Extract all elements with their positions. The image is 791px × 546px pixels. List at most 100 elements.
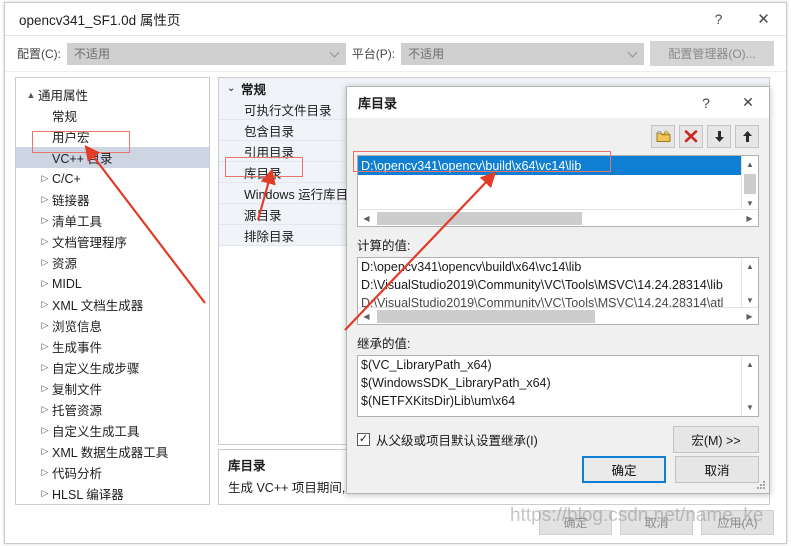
property-row-label: 源目录 [244,208,282,223]
settings-tree-list: ▲ 通用属性 常规 用户宏 VC++ 目录 ▷ C/C+ ▷ 链接器 ▷ 清单工具 ▷ 文档管理程序 ▷ 资… [16,78,209,504]
macros-button[interactable]: 宏(M) >> [673,426,759,453]
configuration-value: 不适用 [74,47,111,61]
tree-item[interactable]: ▷ C/C+ [16,168,209,189]
scroll-up-icon[interactable]: ▲ [742,356,758,373]
hscroll-track[interactable] [375,309,741,324]
tree-item[interactable]: ▷ 浏览信息 [16,315,209,336]
directory-list-vscrollbar[interactable]: ▲ ▼ [741,156,758,212]
directory-list[interactable]: D:\opencv341\opencv\build\x64\vc14\lib ▲… [357,155,759,227]
tree-item-label: 链接器 [52,194,90,208]
close-button[interactable]: ✕ [741,3,786,35]
settings-tree[interactable]: ▲ 通用属性 常规 用户宏 VC++ 目录 ▷ C/C+ ▷ 链接器 ▷ 清单工具 ▷ 文档管理程序 ▷ 资… [15,77,210,505]
collapsed-arrow-icon[interactable]: ▷ [38,215,52,226]
scroll-down-icon[interactable]: ▼ [742,399,758,416]
tree-item[interactable]: ▷ 复制文件 [16,378,209,399]
entry-toolbar [357,125,759,151]
collapsed-arrow-icon[interactable]: ▷ [38,194,52,205]
scroll-up-icon[interactable]: ▲ [742,156,758,173]
dialog-help-button[interactable]: ? [685,87,727,118]
property-row-label: 库目录 [244,166,282,181]
inherited-values-label: 继承的值: [357,337,411,351]
inherited-vscrollbar[interactable]: ▲ ▼ [741,356,758,416]
resize-grip-icon[interactable] [755,479,767,491]
tree-item-label: 代码分析 [52,467,103,481]
collapsed-arrow-icon[interactable]: ▷ [38,257,52,268]
inherit-checkbox[interactable]: ✓ [357,433,370,446]
tree-item[interactable]: ▷ 托管资源 [16,399,209,420]
property-group-label: 常规 [241,83,267,97]
hscroll-track[interactable] [375,211,741,226]
collapsed-arrow-icon[interactable]: ▷ [38,341,52,352]
value-line: $(WindowsSDK_LibraryPath_x64) [361,376,551,390]
tree-item[interactable]: VC++ 目录 [16,147,209,168]
dialog-cancel-button[interactable]: 取消 [675,456,759,483]
evaluated-values-box[interactable]: D:\opencv341\opencv\build\x64\vc14\lib D:… [357,257,759,325]
tree-item[interactable]: ▷ 文档管理程序 [16,231,209,252]
configuration-dropdown[interactable]: 不适用 [67,42,346,65]
title-bar: opencv341_SF1.0d 属性页 ? ✕ [5,3,786,36]
tree-item-label: 复制文件 [52,383,103,397]
scroll-right-icon[interactable]: ▶ [741,308,758,324]
evaluated-vscrollbar[interactable]: ▲ ▼ [741,258,758,309]
collapsed-arrow-icon[interactable]: ▷ [38,488,52,499]
collapsed-arrow-icon[interactable]: ▷ [38,425,52,436]
scroll-right-icon[interactable]: ▶ [741,210,758,226]
evaluated-hscrollbar[interactable]: ◀ ▶ [358,307,758,324]
tree-item[interactable]: ▷ HLSL 编译器 [16,483,209,504]
property-row-label: 可执行文件目录 [244,103,332,118]
tree-item[interactable]: ▷ 资源 [16,252,209,273]
apply-button[interactable]: 应用(A) [701,510,774,535]
collapsed-arrow-icon[interactable]: ▷ [38,446,52,457]
new-folder-icon [656,130,670,142]
cancel-button[interactable]: 取消 [620,510,693,535]
collapsed-arrow-icon[interactable]: ▷ [38,278,52,289]
collapsed-arrow-icon[interactable]: ▷ [38,320,52,331]
scroll-left-icon[interactable]: ◀ [358,210,375,226]
ok-button[interactable]: 确定 [539,510,612,535]
help-button[interactable]: ? [696,3,741,35]
new-folder-button[interactable] [651,125,675,148]
delete-entry-button[interactable] [679,125,703,148]
tree-item[interactable]: 用户宏 [16,126,209,147]
scroll-up-icon[interactable]: ▲ [742,258,758,275]
configuration-manager-button[interactable]: 配置管理器(O)... [650,41,774,66]
scroll-left-icon[interactable]: ◀ [358,308,375,324]
tree-item[interactable]: ▷ 链接器 [16,189,209,210]
tree-item[interactable]: ▷ MIDL [16,273,209,294]
move-up-button[interactable] [735,125,759,148]
collapsed-arrow-icon[interactable]: ▷ [38,173,52,184]
property-row-label: 排除目录 [244,229,295,244]
platform-dropdown[interactable]: 不适用 [401,42,644,65]
collapsed-arrow-icon[interactable]: ▷ [38,362,52,373]
hscroll-thumb[interactable] [377,211,582,225]
tree-item-label: 用户宏 [52,131,90,145]
directory-entry[interactable]: D:\opencv341\opencv\build\x64\vc14\lib [358,156,741,175]
tree-item-label: 通用属性 [38,89,89,103]
inherited-values-box[interactable]: $(VC_LibraryPath_x64) $(WindowsSDK_Librar… [357,355,759,417]
tree-item[interactable]: ▷ 自定义生成步骤 [16,357,209,378]
value-line: D:\opencv341\opencv\build\x64\vc14\lib [361,260,582,274]
dialog-ok-button[interactable]: 确定 [582,456,666,483]
tree-item[interactable]: ▷ 清单工具 [16,210,209,231]
tree-item[interactable]: ▷ 自定义生成工具 [16,420,209,441]
tree-item[interactable]: ▷ XML 文档生成器 [16,294,209,315]
tree-item-label: VC++ 目录 [52,152,113,166]
collapsed-arrow-icon[interactable]: ▷ [38,467,52,478]
expanded-arrow-icon[interactable]: ▲ [24,90,38,100]
arrow-up-icon [742,131,752,142]
evaluated-values-label: 计算的值: [357,239,411,253]
move-down-button[interactable] [707,125,731,148]
hscroll-thumb[interactable] [377,309,595,323]
collapsed-arrow-icon[interactable]: ▷ [38,299,52,310]
vscroll-thumb[interactable] [744,174,756,194]
collapsed-arrow-icon[interactable]: ▷ [38,404,52,415]
tree-item[interactable]: ▷ XML 数据生成器工具 [16,441,209,462]
collapsed-arrow-icon[interactable]: ▷ [38,383,52,394]
tree-item[interactable]: 常规 [16,105,209,126]
tree-item[interactable]: ▷ 代码分析 [16,462,209,483]
tree-item[interactable]: ▷ 生成事件 [16,336,209,357]
collapsed-arrow-icon[interactable]: ▷ [38,236,52,247]
tree-item[interactable]: ▲ 通用属性 [16,84,209,105]
directory-list-hscrollbar[interactable]: ◀ ▶ [358,209,758,226]
dialog-close-button[interactable]: ✕ [727,87,769,118]
